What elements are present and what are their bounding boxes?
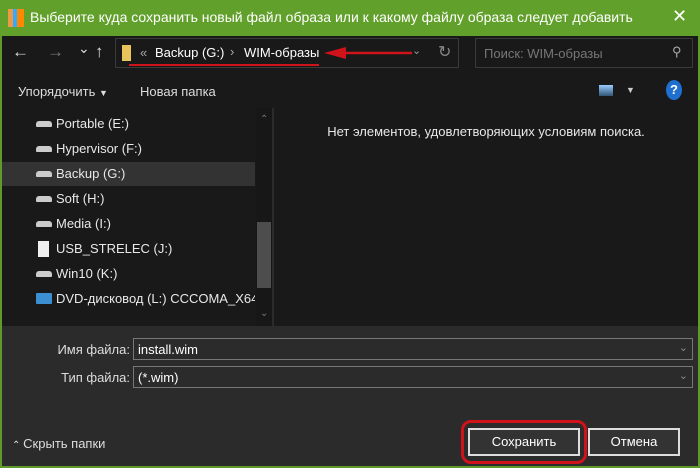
- tree-item[interactable]: Backup (G:): [2, 162, 255, 186]
- tree-scrollbar[interactable]: ⌃ ⌄: [256, 108, 272, 326]
- breadcrumb-backup[interactable]: Backup (G:): [155, 45, 224, 60]
- forward-button[interactable]: →: [47, 42, 64, 62]
- filename-input[interactable]: install.wim ⌄: [133, 338, 693, 360]
- filename-label: Имя файла:: [57, 342, 130, 357]
- tree-item-label: Win10 (K:): [56, 266, 118, 281]
- app-logo-icon: [8, 9, 24, 27]
- search-input[interactable]: Поиск: WIM-образы ⚲: [475, 38, 693, 68]
- cancel-button[interactable]: Отмена: [588, 428, 680, 456]
- tree-item[interactable]: Media (I:): [2, 212, 255, 236]
- breadcrumb-separator: ›: [230, 44, 235, 59]
- title-bar: Выберите куда сохранить новый файл образ…: [0, 0, 700, 36]
- window-title: Выберите куда сохранить новый файл образ…: [30, 9, 633, 25]
- tree-item[interactable]: Win10 (K:): [2, 262, 255, 286]
- navigation-pane[interactable]: Portable (E:) Hypervisor (F:) Backup (G:) S…: [2, 108, 272, 326]
- close-button[interactable]: ✕: [672, 6, 687, 27]
- filetype-select[interactable]: (*.wim) ⌄: [133, 366, 693, 388]
- recent-locations-button[interactable]: ⌄: [78, 40, 90, 57]
- chevron-down-icon[interactable]: ⌄: [679, 341, 688, 354]
- pane-divider[interactable]: [272, 108, 274, 326]
- tree-item[interactable]: DVD-дисковод (L:) CCCOMA_X64FRE: [2, 287, 255, 311]
- breadcrumb-overflow[interactable]: «: [140, 45, 147, 60]
- view-options-icon[interactable]: [599, 85, 613, 96]
- drive-icon: [36, 196, 52, 202]
- filename-value: install.wim: [138, 342, 198, 357]
- tree-item-label: Hypervisor (F:): [56, 141, 142, 156]
- tree-item[interactable]: USB_STRELEC (J:): [2, 237, 255, 261]
- drive-icon: [36, 221, 52, 227]
- tree-item-label: DVD-дисковод (L:) CCCOMA_X64FRE: [56, 291, 255, 306]
- hide-folders-button[interactable]: ⌃ Скрыть папки: [12, 436, 105, 451]
- view-dropdown-icon[interactable]: ▼: [626, 85, 635, 95]
- refresh-button[interactable]: ↻: [438, 42, 451, 62]
- save-button[interactable]: Сохранить: [468, 428, 580, 456]
- search-icon: ⚲: [672, 44, 682, 59]
- address-dropdown-icon[interactable]: ⌄: [412, 44, 421, 57]
- new-folder-button[interactable]: Новая папка: [140, 84, 216, 99]
- dvd-drive-icon: [36, 293, 52, 304]
- tree-item[interactable]: Soft (H:): [2, 187, 255, 211]
- dialog-main: ← → ⌄ ↑ « Backup (G:) › WIM-образы ⌄ ↻ П…: [2, 36, 698, 326]
- tree-item[interactable]: Portable (E:): [2, 112, 255, 136]
- drive-icon: [36, 146, 52, 152]
- annotation-arrow-icon: [324, 47, 412, 59]
- chevron-down-icon[interactable]: ⌄: [679, 369, 688, 382]
- search-placeholder: Поиск: WIM-образы: [484, 46, 603, 61]
- drive-icon: [36, 271, 52, 277]
- breadcrumb-wim[interactable]: WIM-образы: [244, 45, 319, 60]
- folder-icon: [122, 45, 131, 61]
- help-button[interactable]: ?: [666, 80, 682, 100]
- chevron-up-icon: ⌃: [12, 440, 24, 451]
- address-bar[interactable]: « Backup (G:) › WIM-образы ⌄ ↻: [115, 38, 459, 68]
- up-button[interactable]: ↑: [95, 42, 104, 62]
- scrollbar-thumb[interactable]: [257, 222, 271, 288]
- file-icon: [38, 241, 49, 257]
- organize-label: Упорядочить: [18, 84, 96, 99]
- tree-item[interactable]: Hypervisor (F:): [2, 137, 255, 161]
- drive-icon: [36, 171, 52, 177]
- hide-folders-label: Скрыть папки: [23, 436, 106, 451]
- tree-item-label: USB_STRELEC (J:): [56, 241, 173, 256]
- bottom-panel: Имя файла: install.wim ⌄ Тип файла: (*.wi…: [2, 326, 698, 466]
- tree-item-label: Portable (E:): [56, 116, 129, 131]
- tree-item-label: Backup (G:): [56, 166, 126, 181]
- tree-item-label: Media (I:): [56, 216, 111, 231]
- annotation-underline: [129, 64, 319, 66]
- organize-button[interactable]: Упорядочить ▼: [18, 84, 108, 99]
- tree-item-label: Soft (H:): [56, 191, 105, 206]
- drive-icon: [36, 121, 52, 127]
- back-button[interactable]: ←: [12, 42, 29, 62]
- filetype-value: (*.wim): [138, 370, 179, 385]
- filetype-label: Тип файла:: [61, 370, 130, 385]
- empty-message: Нет элементов, удовлетворяющих условиям …: [327, 124, 645, 139]
